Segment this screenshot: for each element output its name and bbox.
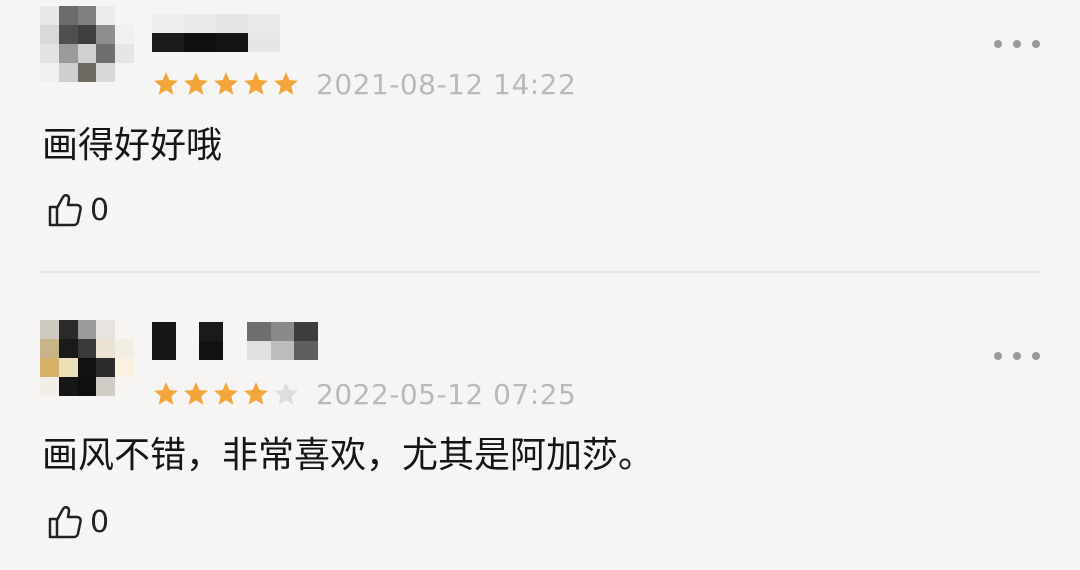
more-dot-icon: [994, 40, 1002, 48]
comment-text: 画风不错，非常喜欢，尤其是阿加莎。: [42, 435, 655, 476]
star-filled-icon: [184, 72, 208, 95]
more-dot-icon: [994, 352, 1002, 360]
like-count: 0: [90, 192, 110, 228]
star-empty-icon: [274, 382, 298, 405]
star-filled-icon: [154, 382, 178, 405]
comment-timestamp: 2022-05-12 07:25: [316, 377, 577, 411]
divider: [40, 271, 1040, 273]
rating-row: 2021-08-12 14:22: [152, 66, 576, 102]
like-button[interactable]: 0: [44, 190, 109, 230]
thumbs-up-icon: [48, 506, 82, 539]
avatar[interactable]: [40, 6, 134, 82]
more-options-button[interactable]: [994, 344, 1040, 368]
star-filled-icon: [214, 382, 238, 405]
star-filled-icon: [244, 72, 268, 95]
like-button[interactable]: 0: [44, 502, 109, 542]
thumbs-up-icon: [48, 194, 82, 227]
more-dot-icon: [1013, 40, 1021, 48]
more-dot-icon: [1013, 352, 1021, 360]
comment-card: 2021-08-12 14:22 画得好好哦 0: [0, 0, 1080, 273]
like-count: 0: [90, 504, 110, 540]
comment-text: 画得好好哦: [42, 125, 223, 166]
nickname-redacted[interactable]: [152, 322, 318, 360]
comment-timestamp: 2021-08-12 14:22: [316, 67, 577, 101]
star-filled-icon: [244, 382, 268, 405]
more-dot-icon: [1032, 40, 1040, 48]
star-filled-icon: [214, 72, 238, 95]
star-filled-icon: [154, 72, 178, 95]
star-rating: [152, 70, 300, 98]
avatar[interactable]: [40, 320, 134, 396]
star-filled-icon: [184, 382, 208, 405]
more-options-button[interactable]: [994, 32, 1040, 56]
star-rating: [152, 380, 300, 408]
comment-card: 2022-05-12 07:25 画风不错，非常喜欢，尤其是阿加莎。 0: [0, 274, 1080, 570]
nickname-redacted[interactable]: [152, 14, 280, 52]
reviews-screen: { "colors": { "background": "#f6f5f3", "…: [0, 0, 1080, 570]
more-dot-icon: [1032, 352, 1040, 360]
star-filled-icon: [274, 72, 298, 95]
rating-row: 2022-05-12 07:25: [152, 376, 576, 412]
